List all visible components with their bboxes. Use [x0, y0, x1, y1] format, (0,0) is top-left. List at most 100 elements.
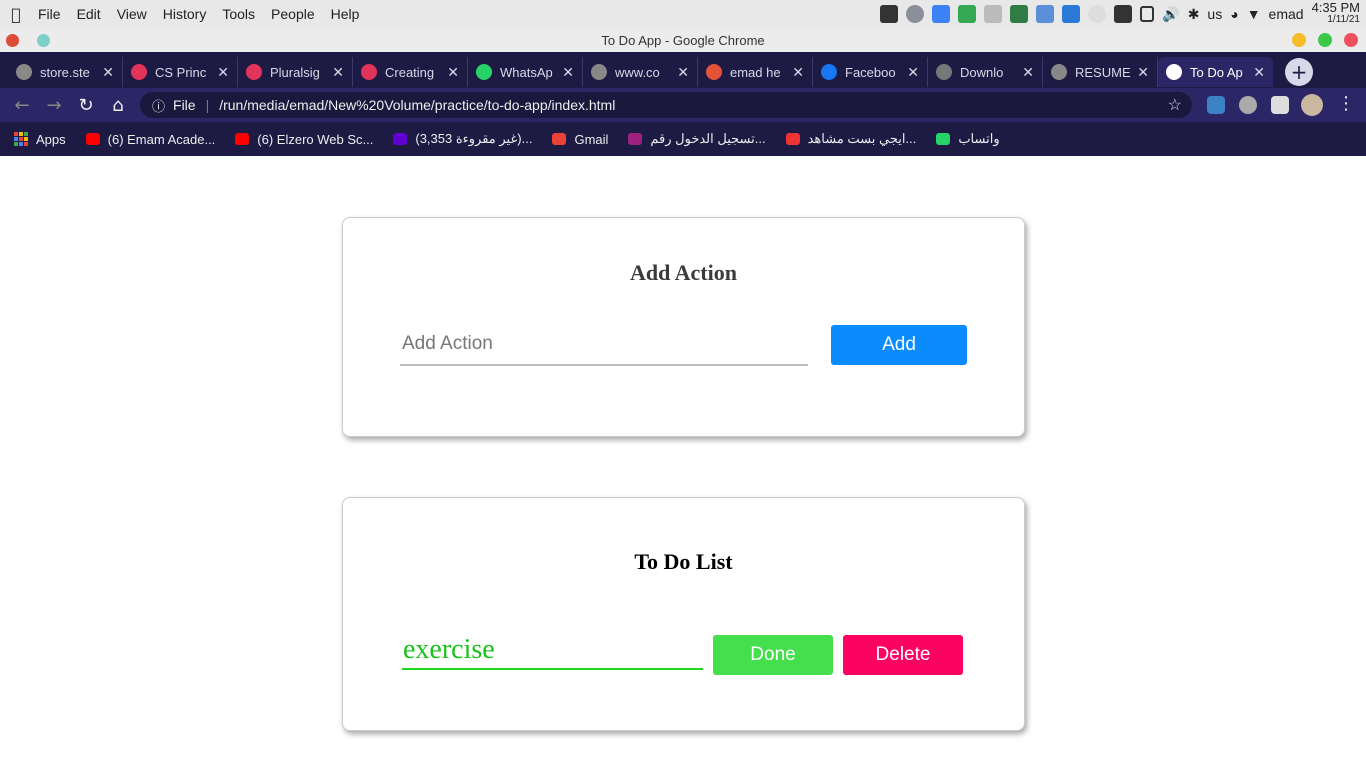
tab-3[interactable]: Creating ✕: [353, 57, 468, 87]
tab-favicon-icon: [16, 64, 32, 80]
menu-view[interactable]: View: [109, 6, 155, 22]
menu-edit[interactable]: Edit: [69, 6, 109, 22]
extension-icon[interactable]: [1207, 96, 1225, 114]
tab-favicon-icon: [936, 64, 952, 80]
bookmark-favicon-icon: [393, 133, 408, 145]
mail-tray-icon[interactable]: [1010, 5, 1029, 23]
maximize-button[interactable]: [1318, 33, 1332, 47]
back-arrow-icon[interactable]: ←: [6, 95, 38, 116]
bookmark-1[interactable]: (6) Emam Acade...: [85, 132, 215, 147]
todo-item-text[interactable]: exercise: [402, 634, 703, 670]
vpn-extension-icon[interactable]: [1239, 96, 1257, 114]
tab-close-icon[interactable]: ✕: [447, 64, 459, 81]
tab-1[interactable]: CS Princ ✕: [123, 57, 238, 87]
lightning-icon[interactable]: [880, 5, 899, 23]
wifi-icon[interactable]: ◕: [1230, 6, 1238, 22]
tab-close-icon[interactable]: ✕: [332, 64, 344, 81]
apple-icon[interactable]: : [2, 5, 30, 24]
tab-5[interactable]: www.co ✕: [583, 57, 698, 87]
notes-icon[interactable]: [984, 5, 1003, 23]
tab-10[interactable]: To Do Ap ✕: [1158, 57, 1273, 87]
close-window-button[interactable]: [1344, 33, 1358, 47]
chevron-down-icon[interactable]: ▼: [1247, 6, 1261, 22]
bookmark-6[interactable]: ايجي بست مشاهد...: [785, 131, 917, 147]
bookmark-0[interactable]: Apps: [14, 132, 66, 147]
apps-icon: [14, 132, 28, 146]
url-separator: |: [205, 97, 210, 113]
tab-6[interactable]: emad he ✕: [698, 57, 813, 87]
minimize-button[interactable]: [1292, 33, 1306, 47]
home-icon[interactable]: ⌂: [102, 95, 134, 116]
forward-arrow-icon[interactable]: →: [38, 95, 70, 116]
clipboard-icon[interactable]: [1140, 6, 1155, 22]
tab-8[interactable]: Downlo ✕: [928, 57, 1043, 87]
tab-2[interactable]: Pluralsig ✕: [238, 57, 353, 87]
menu-people[interactable]: People: [263, 6, 323, 22]
tab-close-icon[interactable]: ✕: [217, 64, 229, 81]
tab-close-icon[interactable]: ✕: [102, 64, 114, 81]
delete-button[interactable]: Delete: [843, 635, 963, 675]
tab-label: RESUME: [1075, 64, 1131, 80]
app-tray-icon[interactable]: [932, 5, 951, 23]
bookmark-label: ايجي بست مشاهد...: [807, 131, 917, 146]
tab-label: CS Princ: [155, 64, 207, 80]
clock[interactable]: 4:35 PM 1/11/21: [1311, 0, 1360, 26]
tab-close-icon[interactable]: ✕: [1253, 64, 1265, 81]
more-menu-icon[interactable]: ⋮: [1330, 93, 1362, 114]
window-pin-icon[interactable]: [37, 34, 50, 47]
reload-icon[interactable]: ↻: [70, 95, 102, 116]
puzzle-icon[interactable]: [1271, 96, 1289, 114]
tab-0[interactable]: store.ste ✕: [8, 57, 123, 87]
system-tray: 🔊 ✱ us ◕ ▼ emad 4:35 PM 1/11/21: [880, 0, 1366, 28]
avatar[interactable]: [1301, 94, 1323, 116]
bookmark-favicon-icon: [785, 133, 800, 145]
tab-close-icon[interactable]: ✕: [677, 64, 689, 81]
bookmark-7[interactable]: واتساب: [936, 131, 1000, 147]
tab-label: www.co: [615, 64, 660, 80]
word-icon[interactable]: [1036, 5, 1055, 23]
bookmark-label: (6) Elzero Web Sc...: [257, 131, 374, 147]
menu-tools[interactable]: Tools: [214, 6, 263, 22]
add-button[interactable]: Add: [831, 325, 967, 365]
info-icon[interactable]: ⓘ: [152, 96, 165, 115]
tab-9[interactable]: RESUME ✕: [1043, 57, 1158, 87]
chrome-tray-icon[interactable]: [958, 5, 977, 23]
menu-file[interactable]: File: [30, 6, 69, 22]
screenshot-icon[interactable]: [906, 5, 925, 23]
tab-favicon-icon: [361, 64, 377, 80]
menu-history[interactable]: History: [155, 6, 215, 22]
tab-close-icon[interactable]: ✕: [792, 64, 804, 81]
url-text[interactable]: /run/media/emad/New%20Volume/practice/to…: [219, 97, 615, 113]
bookmark-3[interactable]: (3,353 غير مقروءة)...: [393, 131, 532, 147]
bookmark-5[interactable]: تسجيل الدخول رقم...: [628, 131, 766, 147]
keyboard-layout[interactable]: us: [1207, 6, 1222, 22]
tab-favicon-icon: [1051, 64, 1067, 80]
url-scheme: File: [173, 97, 196, 113]
add-action-input[interactable]: [400, 324, 808, 366]
menu-help[interactable]: Help: [323, 6, 368, 22]
bookmark-star-icon[interactable]: ☆: [1168, 95, 1182, 115]
done-button[interactable]: Done: [713, 635, 833, 675]
tab-close-icon[interactable]: ✕: [1137, 64, 1149, 81]
volume-icon[interactable]: 🔊: [1162, 6, 1179, 23]
bookmark-favicon-icon: [628, 133, 643, 145]
bookmark-4[interactable]: Gmail: [552, 132, 608, 147]
terminal-icon[interactable]: [1114, 5, 1133, 23]
window-titlebar: To Do App - Google Chrome: [0, 28, 1366, 52]
tab-close-icon[interactable]: ✕: [1022, 64, 1034, 81]
todo-list-card: To Do List exercise Done Delete: [342, 497, 1025, 731]
user-name[interactable]: emad: [1269, 6, 1304, 22]
tab-4[interactable]: WhatsAp ✕: [468, 57, 583, 87]
tab-favicon-icon: [476, 64, 492, 80]
tab-label: emad he: [730, 64, 781, 80]
tab-close-icon[interactable]: ✕: [562, 64, 574, 81]
tab-7[interactable]: Faceboo ✕: [813, 57, 928, 87]
tab-favicon-icon: [591, 64, 607, 80]
address-bar[interactable]: ⓘ File | /run/media/emad/New%20Volume/pr…: [140, 92, 1192, 118]
app-store-icon[interactable]: [1062, 5, 1081, 23]
clock-time: 4:35 PM: [1311, 0, 1360, 15]
bluetooth-icon[interactable]: ✱: [1188, 6, 1200, 23]
new-tab-button[interactable]: +: [1285, 58, 1313, 86]
tab-close-icon[interactable]: ✕: [907, 64, 919, 81]
bookmark-2[interactable]: (6) Elzero Web Sc...: [235, 132, 373, 147]
